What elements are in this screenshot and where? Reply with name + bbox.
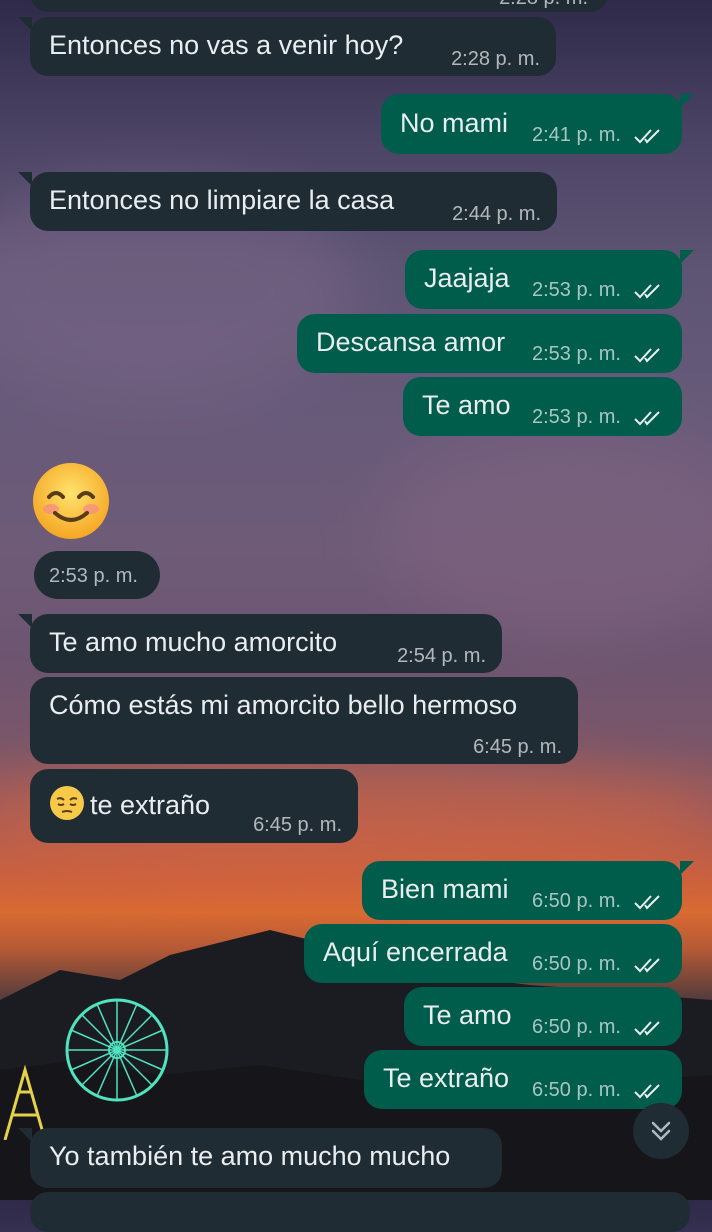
message-bubble-outgoing[interactable]: Descansa amor 2:53 p. m. bbox=[297, 314, 682, 373]
message-time: 2:53 p. m. bbox=[532, 406, 621, 428]
message-text: Bien mami bbox=[381, 874, 509, 904]
message-text: Aquí encerrada bbox=[323, 937, 508, 967]
message-meta: 2:53 p. m. bbox=[532, 279, 663, 302]
message-text: Te extraño bbox=[383, 1063, 510, 1093]
message-meta: 2:41 p. m. bbox=[532, 124, 663, 147]
double-check-icon bbox=[633, 411, 660, 426]
message-text: Te amo bbox=[423, 1000, 512, 1030]
double-check-icon bbox=[633, 1021, 660, 1036]
message-time: 2:53 p. m. bbox=[532, 279, 621, 301]
message-bubble-outgoing[interactable]: Te amo 2:53 p. m. bbox=[403, 377, 682, 436]
message-meta: 6:50 p. m. bbox=[532, 1016, 663, 1039]
message-bubble-outgoing[interactable]: No mami 2:41 p. m. bbox=[381, 94, 682, 154]
message-bubble-incoming[interactable]: te extraño 6:45 p. m. bbox=[30, 769, 358, 843]
message-bubble-outgoing[interactable]: Bien mami 6:50 p. m. bbox=[362, 861, 682, 920]
message-time: 2:28 p. m. bbox=[499, 0, 588, 10]
message-text: Descansa amor bbox=[316, 327, 506, 357]
message-text: Jaajaja bbox=[424, 263, 510, 293]
scroll-to-bottom-button[interactable] bbox=[633, 1103, 689, 1159]
bubble-tail bbox=[680, 861, 694, 875]
emoji-time-badge: 2:53 p. m. bbox=[34, 551, 160, 599]
message-time: 6:50 p. m. bbox=[532, 890, 621, 912]
message-meta: 6:50 p. m. bbox=[532, 890, 663, 913]
message-time: 2:54 p. m. bbox=[397, 645, 486, 667]
message-meta: 2:53 p. m. bbox=[532, 406, 663, 429]
message-bubble-outgoing[interactable]: Te extraño 6:50 p. m. bbox=[364, 1050, 682, 1109]
message-text: Entonces no limpiare la casa bbox=[49, 185, 395, 215]
message-bubble-outgoing[interactable]: Aquí encerrada 6:50 p. m. bbox=[304, 924, 682, 983]
message-meta: 6:50 p. m. bbox=[532, 953, 663, 976]
chevron-double-down-icon bbox=[651, 1121, 671, 1141]
message-text: Cómo estás mi amorcito bello hermoso bbox=[49, 690, 518, 720]
message-bubble-outgoing[interactable]: Jaajaja 2:53 p. m. bbox=[405, 250, 682, 309]
double-check-icon bbox=[633, 958, 660, 973]
message-time: 6:45 p. m. bbox=[473, 736, 562, 758]
message-bubble-incoming[interactable]: Entonces no limpiare la casa 2:44 p. m. bbox=[30, 172, 557, 231]
message-time: 2:53 p. m. bbox=[532, 343, 621, 365]
message-time: 2:53 p. m. bbox=[49, 565, 138, 587]
message-time: 6:50 p. m. bbox=[532, 1016, 621, 1038]
message-bubble-incoming[interactable]: Yo también te amo mucho mucho bbox=[30, 1128, 502, 1188]
message-bubble-partial[interactable]: 2:28 p. m. bbox=[30, 0, 608, 12]
bubble-tail bbox=[680, 250, 694, 264]
message-text: Yo también te amo mucho mucho bbox=[49, 1141, 451, 1171]
message-text: No mami bbox=[400, 108, 509, 138]
message-bubble-incoming[interactable]: Entonces no vas a venir hoy? 2:28 p. m. bbox=[30, 17, 556, 76]
message-bubble-incoming[interactable]: Te amo mucho amorcito 2:54 p. m. bbox=[30, 614, 502, 673]
double-check-icon bbox=[633, 284, 660, 299]
message-bubble-outgoing[interactable]: Te amo 6:50 p. m. bbox=[404, 987, 682, 1046]
message-text: Te amo mucho amorcito bbox=[49, 627, 338, 657]
double-check-icon bbox=[633, 1084, 660, 1099]
message-time: 2:41 p. m. bbox=[532, 124, 621, 146]
message-text: te extraño bbox=[90, 790, 211, 820]
ferris-wheel-image bbox=[65, 998, 169, 1102]
message-time: 6:45 p. m. bbox=[253, 814, 342, 836]
message-meta: 2:53 p. m. bbox=[532, 343, 663, 366]
message-time: 6:50 p. m. bbox=[532, 1079, 621, 1101]
message-text: Te amo bbox=[422, 390, 511, 420]
double-check-icon bbox=[633, 129, 660, 144]
message-bubble-partial[interactable] bbox=[30, 1192, 690, 1232]
message-meta: 6:50 p. m. bbox=[532, 1079, 663, 1102]
message-bubble-incoming[interactable]: Cómo estás mi amorcito bello hermoso 6:4… bbox=[30, 677, 578, 764]
message-time: 6:50 p. m. bbox=[532, 953, 621, 975]
message-time: 2:44 p. m. bbox=[452, 203, 541, 225]
pensive-face-emoji bbox=[50, 786, 84, 820]
double-check-icon bbox=[633, 348, 660, 363]
double-check-icon bbox=[633, 895, 660, 910]
message-text: Entonces no vas a venir hoy? bbox=[49, 30, 404, 60]
message-time: 2:28 p. m. bbox=[451, 48, 540, 70]
smiling-face-emoji[interactable] bbox=[31, 461, 111, 541]
bubble-tail bbox=[680, 94, 694, 108]
